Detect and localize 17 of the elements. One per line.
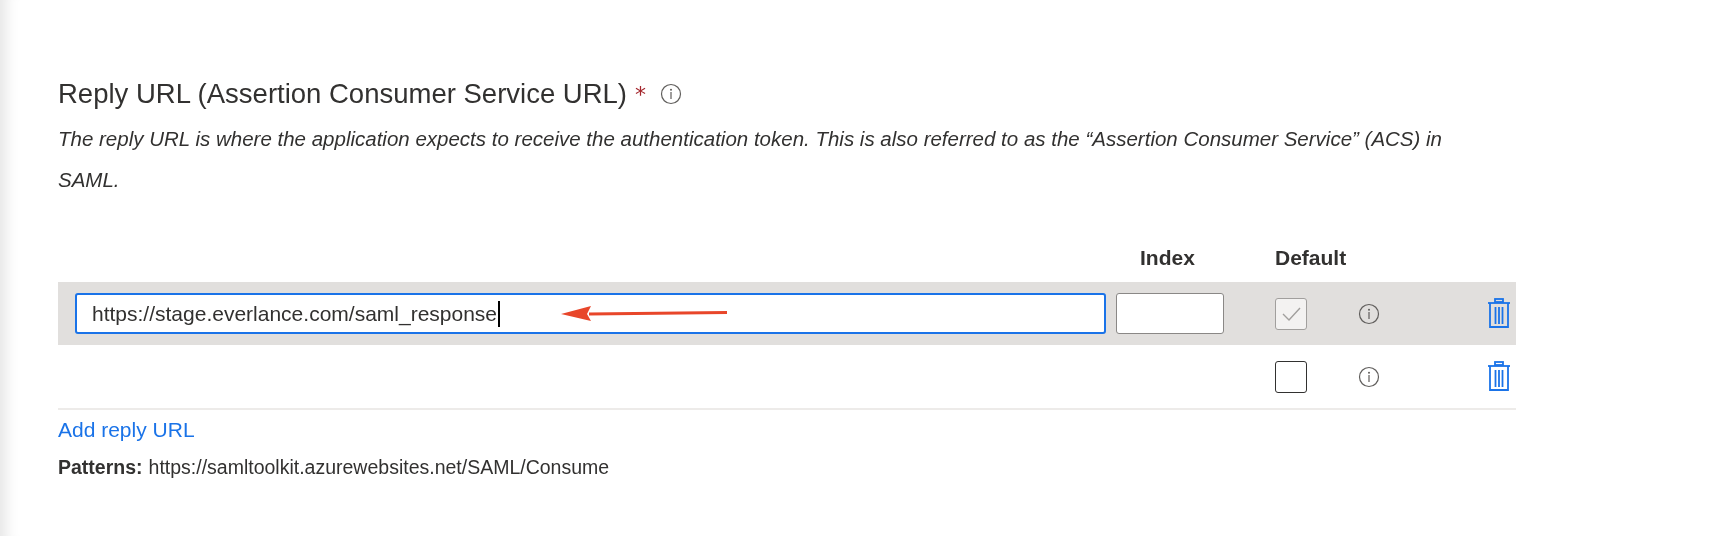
patterns-label: Patterns: <box>58 456 143 478</box>
delete-icon[interactable] <box>1487 361 1511 392</box>
info-icon[interactable] <box>1358 302 1380 325</box>
delete-icon[interactable] <box>1487 298 1511 329</box>
add-reply-url-link[interactable]: Add reply URL <box>58 418 195 442</box>
description-text: The reply URL is where the application expects to receive the authentication token. This is also referred to as the “Assertion Consumer Service” (ACS) in SAML. <box>58 126 1444 193</box>
index-input-field[interactable] <box>1116 293 1224 334</box>
required-mark: * <box>635 81 646 107</box>
column-header: Index <box>1140 246 1196 270</box>
url-input-field[interactable]: https://stage.everlance.com/saml_response <box>75 293 1106 334</box>
section-title: Reply URL (Assertion Consumer Service URL) <box>58 78 627 110</box>
column-header: Default <box>1275 246 1348 270</box>
url-row[interactable]: https://stage.everlance.com/saml_response <box>58 282 1516 345</box>
info-icon[interactable] <box>1358 365 1380 388</box>
info-icon[interactable] <box>660 83 682 105</box>
patterns-value: https://samltoolkit.azurewebsites.net/SAML/Consume <box>148 456 610 478</box>
default-checkbox[interactable] <box>1275 360 1307 393</box>
